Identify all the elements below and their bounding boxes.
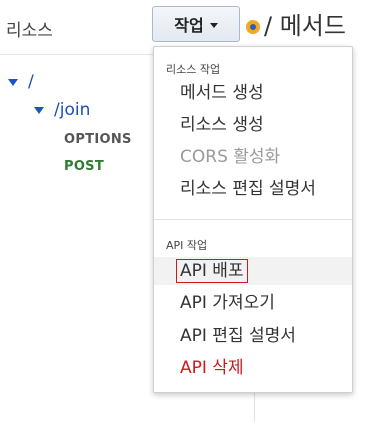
- status-dot-icon: [246, 20, 260, 34]
- menu-section-resource-actions: 리소스 작업: [166, 63, 221, 76]
- actions-dropdown-button[interactable]: 작업: [152, 6, 240, 42]
- deploy-api-label: API 배포: [176, 259, 248, 283]
- tree-node-join-label[interactable]: /join: [54, 100, 90, 120]
- menu-item-enable-cors: CORS 활성화: [180, 147, 281, 167]
- menu-item-create-method[interactable]: 메서드 생성: [154, 79, 352, 107]
- tree-node-join[interactable]: /join: [34, 100, 90, 120]
- menu-item-edit-resource-docs[interactable]: 리소스 편집 설명서: [154, 175, 352, 203]
- chevron-down-icon: [209, 22, 218, 28]
- menu-item-deploy-api[interactable]: API 배포: [154, 257, 352, 285]
- menu-item-create-resource[interactable]: 리소스 생성: [154, 111, 352, 139]
- resources-panel-title: 리소스: [6, 21, 53, 41]
- menu-item-edit-api-docs[interactable]: API 편집 설명서: [154, 322, 352, 350]
- method-post[interactable]: POST: [64, 159, 104, 174]
- tree-node-root-label[interactable]: /: [28, 72, 34, 92]
- actions-button-label: 작업: [174, 16, 204, 35]
- expand-caret-icon[interactable]: [8, 78, 18, 86]
- page-title: / 메서드: [264, 12, 346, 40]
- menu-item-delete-api[interactable]: API 삭제: [154, 354, 352, 382]
- panel-header-divider: [0, 54, 160, 55]
- menu-section-api-actions: API 작업: [166, 239, 208, 252]
- menu-divider: [154, 219, 352, 220]
- menu-item-import-api[interactable]: API 가져오기: [154, 289, 352, 317]
- actions-menu: 리소스 작업 메서드 생성 리소스 생성 CORS 활성화 리소스 편집 설명서…: [153, 46, 353, 393]
- tree-node-root[interactable]: /: [8, 72, 34, 92]
- method-options[interactable]: OPTIONS: [64, 132, 132, 147]
- expand-caret-icon[interactable]: [34, 106, 44, 114]
